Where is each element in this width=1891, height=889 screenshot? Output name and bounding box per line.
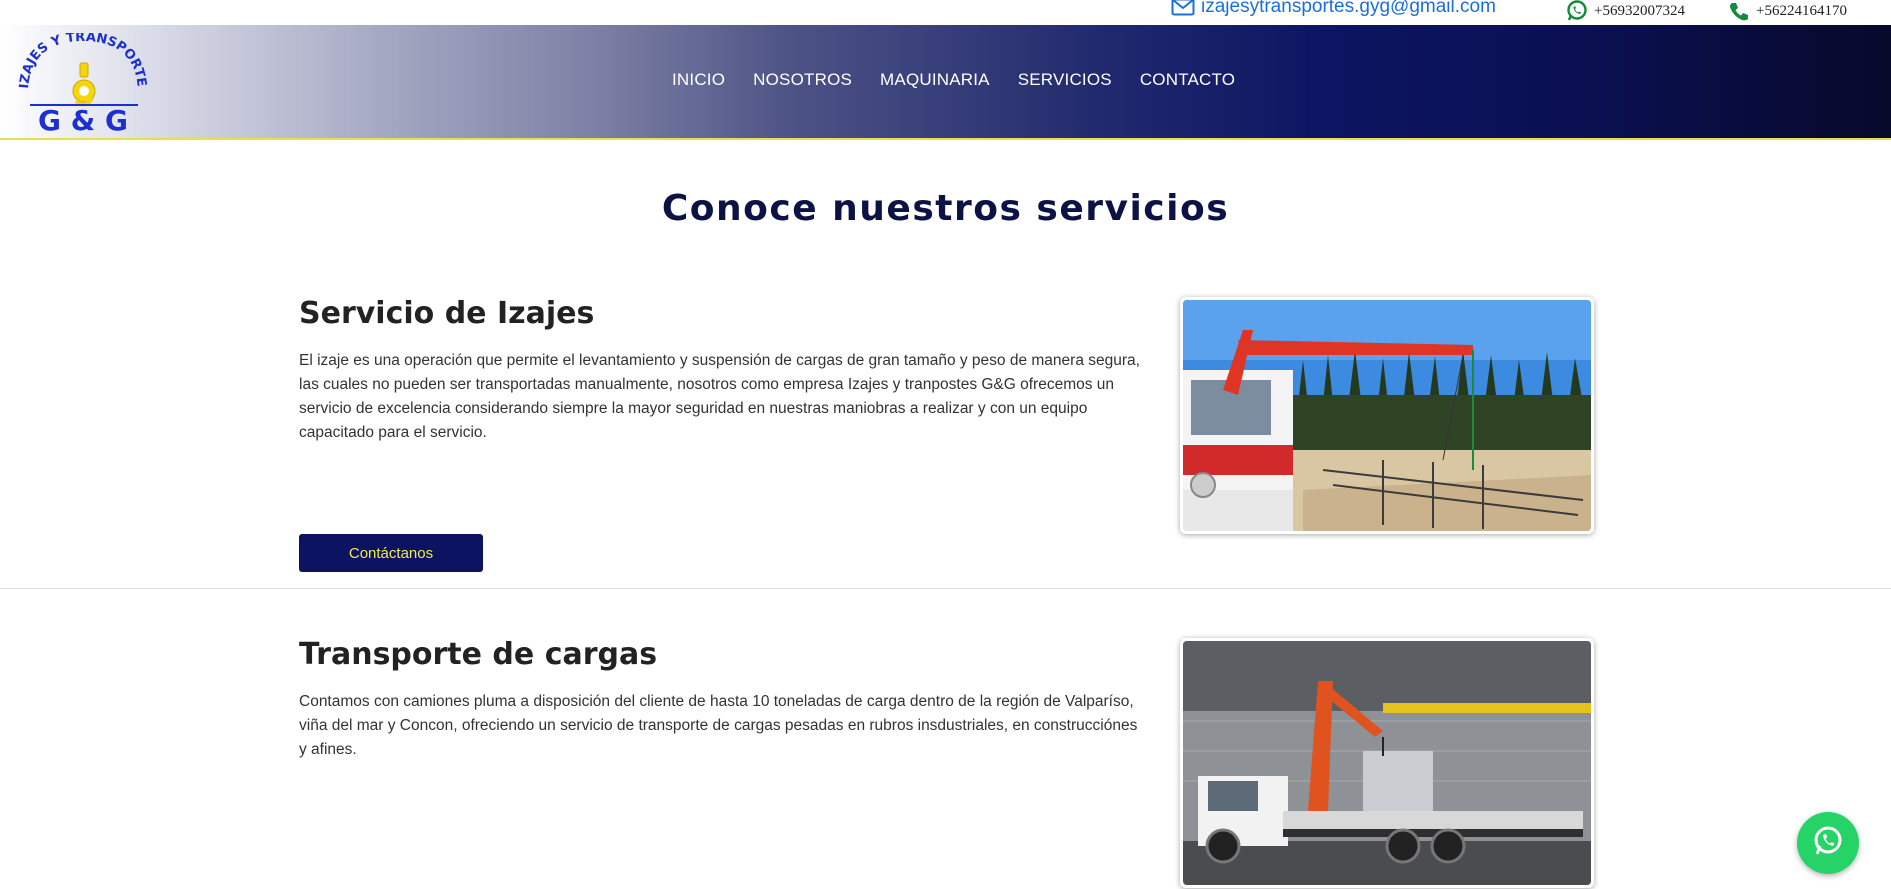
landline-phone-text: +56224164170 [1756, 2, 1847, 19]
landline-phone-link[interactable]: +56224164170 [1728, 0, 1847, 22]
service-description: Contamos con camiones pluma a disposició… [299, 693, 1138, 758]
service-photo-crane [1180, 297, 1594, 534]
nav-servicios[interactable]: SERVICIOS [1018, 70, 1112, 90]
whatsapp-icon [1566, 0, 1588, 22]
company-logo[interactable]: IZAJES Y TRANSPORTES G & G [13, 22, 148, 137]
nav-nosotros[interactable]: NOSOTROS [753, 70, 852, 90]
top-contact-bar: izajesytransportes.gyg@gmail.com +569320… [0, 0, 1891, 25]
whatsapp-phone-text: +56932007324 [1594, 2, 1685, 19]
whatsapp-phone-link[interactable]: +56932007324 [1566, 0, 1685, 22]
service-description: El izaje es una operación que permite el… [299, 352, 1140, 441]
phone-icon [1728, 0, 1750, 22]
page-title: Conoce nuestros servicios [661, 188, 1230, 229]
email-text: izajesytransportes.gyg@gmail.com [1201, 0, 1496, 17]
whatsapp-icon [1811, 824, 1845, 862]
logo-letters: G & G [38, 104, 128, 133]
nav-maquinaria[interactable]: MAQUINARIA [880, 70, 990, 90]
nav-inicio[interactable]: INICIO [672, 70, 725, 90]
main-navigation: INICIO NOSOTROS MAQUINARIA SERVICIOS CON… [672, 70, 1263, 90]
site-header: IZAJES Y TRANSPORTES G & G INICIO NOSOTR… [0, 22, 1891, 140]
whatsapp-float-button[interactable] [1797, 812, 1859, 874]
nav-contacto[interactable]: CONTACTO [1140, 70, 1235, 90]
mail-icon [1171, 0, 1195, 16]
service-photo-truck [1180, 638, 1594, 888]
section-divider [0, 588, 1891, 589]
email-link[interactable]: izajesytransportes.gyg@gmail.com [1171, 0, 1496, 18]
contact-button[interactable]: Contáctanos [299, 534, 483, 572]
